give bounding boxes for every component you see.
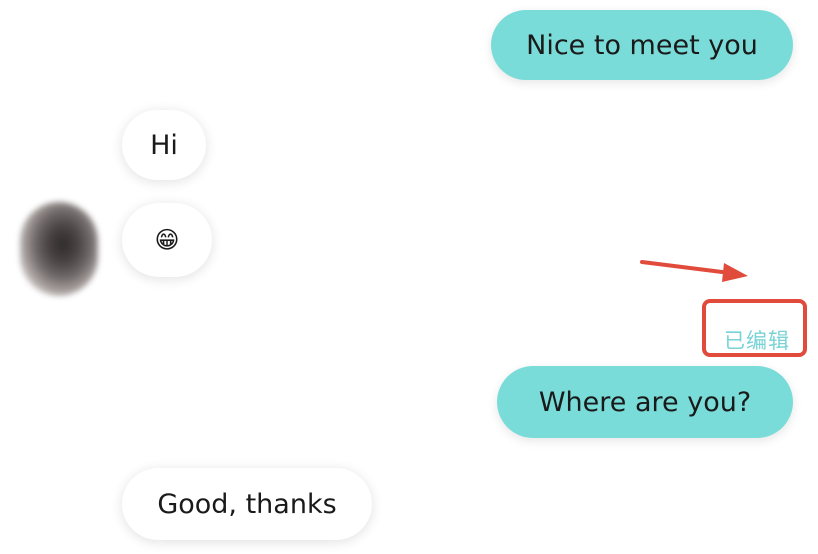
message-text: Nice to meet you [526,29,758,61]
edited-status-label: 已编辑 [724,329,790,353]
message-text: Good, thanks [157,488,337,520]
message-bubble-incoming[interactable]: Good, thanks [122,468,372,540]
message-bubble-outgoing[interactable]: Nice to meet you [491,10,793,80]
message-text: Hi [150,129,178,161]
grinning-face-emoji-icon: 😁 [154,226,180,254]
annotation-arrow-icon [640,260,748,282]
message-bubble-incoming-emoji[interactable]: 😁 [122,203,212,277]
contact-avatar[interactable] [20,202,98,296]
message-text: Where are you? [538,386,752,418]
message-bubble-incoming[interactable]: Hi [122,110,206,180]
message-bubble-outgoing[interactable]: Where are you? [497,366,793,438]
